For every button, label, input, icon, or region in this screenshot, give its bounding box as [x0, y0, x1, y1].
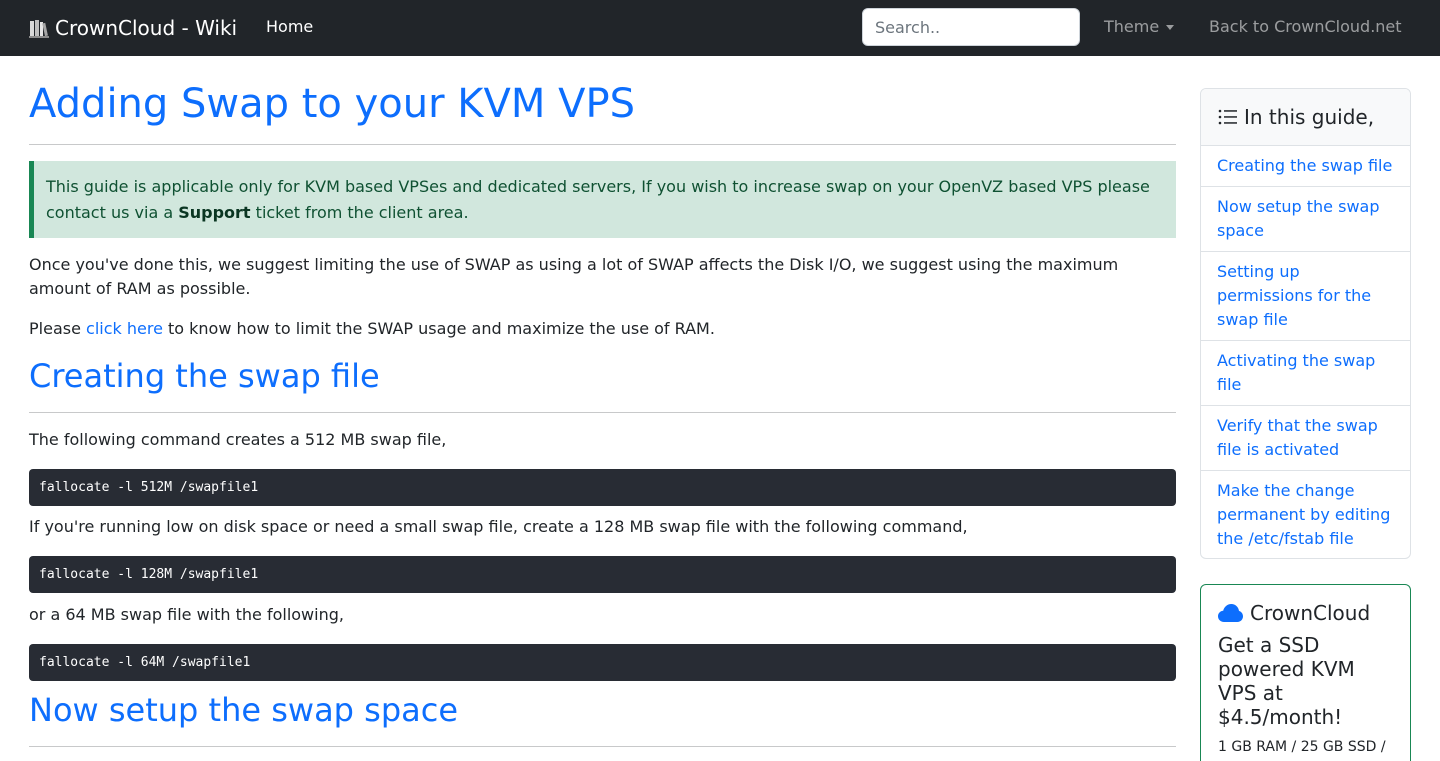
- code-block[interactable]: fallocate -l 128M /swapfile1: [29, 556, 1176, 593]
- creating-text-1: The following command creates a 512 MB s…: [29, 430, 447, 449]
- code-block[interactable]: fallocate -l 64M /swapfile1: [29, 644, 1176, 681]
- toc-title: In this guide,: [1244, 105, 1375, 129]
- promo-card[interactable]: CrownCloud Get a SSD powered KVM VPS at …: [1200, 584, 1411, 761]
- chevron-down-icon: [1166, 25, 1175, 30]
- nav-home-link[interactable]: Home: [266, 17, 313, 36]
- promo-brand: CrownCloud: [1250, 601, 1371, 625]
- section-heading-creating: Creating the swap file: [29, 357, 380, 395]
- click-here-link[interactable]: click here: [86, 319, 163, 338]
- alert-text-suffix: ticket from the client area.: [250, 203, 469, 222]
- divider: [29, 144, 1176, 145]
- creating-text-3: or a 64 MB swap file with the following,: [29, 605, 344, 624]
- please-prefix: Please: [29, 319, 87, 338]
- list-icon: [1218, 109, 1237, 125]
- toc-item-fstab[interactable]: Make the change permanent by editing the…: [1201, 471, 1410, 558]
- code-block[interactable]: fallocate -l 512M /swapfile1: [29, 469, 1176, 506]
- info-alert: This guide is applicable only for KVM ba…: [29, 161, 1176, 238]
- toc-item-permissions[interactable]: Setting up permissions for the swap file: [1201, 252, 1410, 341]
- divider: [29, 412, 1176, 413]
- toc-item-verify[interactable]: Verify that the swap file is activated: [1201, 406, 1410, 471]
- toc-header: In this guide,: [1201, 89, 1410, 146]
- theme-label: Theme: [1104, 17, 1160, 36]
- intro-paragraph: Once you've done this, we suggest limiti…: [29, 255, 1119, 298]
- theme-dropdown[interactable]: Theme: [1104, 17, 1175, 36]
- page-title: Adding Swap to your KVM VPS: [29, 81, 635, 127]
- creating-text-2: If you're running low on disk space or n…: [29, 517, 968, 536]
- search-input[interactable]: [862, 8, 1080, 46]
- brand-text: CrownCloud - Wiki: [55, 16, 238, 40]
- divider: [29, 746, 1176, 747]
- back-to-site-link[interactable]: Back to CrownCloud.net: [1209, 17, 1402, 36]
- please-suffix: to know how to limit the SWAP usage and …: [162, 319, 715, 338]
- promo-title: Get a SSD powered KVM VPS at $4.5/month!: [1218, 633, 1355, 729]
- cloud-icon: [1218, 604, 1243, 622]
- brand-link[interactable]: CrownCloud - Wiki: [29, 14, 237, 42]
- books-icon: [29, 18, 49, 38]
- promo-specs: 1 GB RAM / 25 GB SSD /: [1218, 739, 1386, 755]
- section-heading-setup: Now setup the swap space: [29, 691, 459, 729]
- table-of-contents: In this guide, Creating the swap file No…: [1200, 88, 1411, 559]
- promo-header: CrownCloud: [1218, 601, 1393, 625]
- support-link[interactable]: Support: [178, 203, 250, 222]
- please-paragraph: Please click here to know how to limit t…: [29, 317, 1139, 341]
- toc-item-activating[interactable]: Activating the swap file: [1201, 341, 1410, 406]
- toc-item-setup[interactable]: Now setup the swap space: [1201, 187, 1410, 252]
- top-navbar: CrownCloud - Wiki Home Theme Back to Cro…: [0, 0, 1440, 56]
- toc-item-creating[interactable]: Creating the swap file: [1201, 146, 1410, 187]
